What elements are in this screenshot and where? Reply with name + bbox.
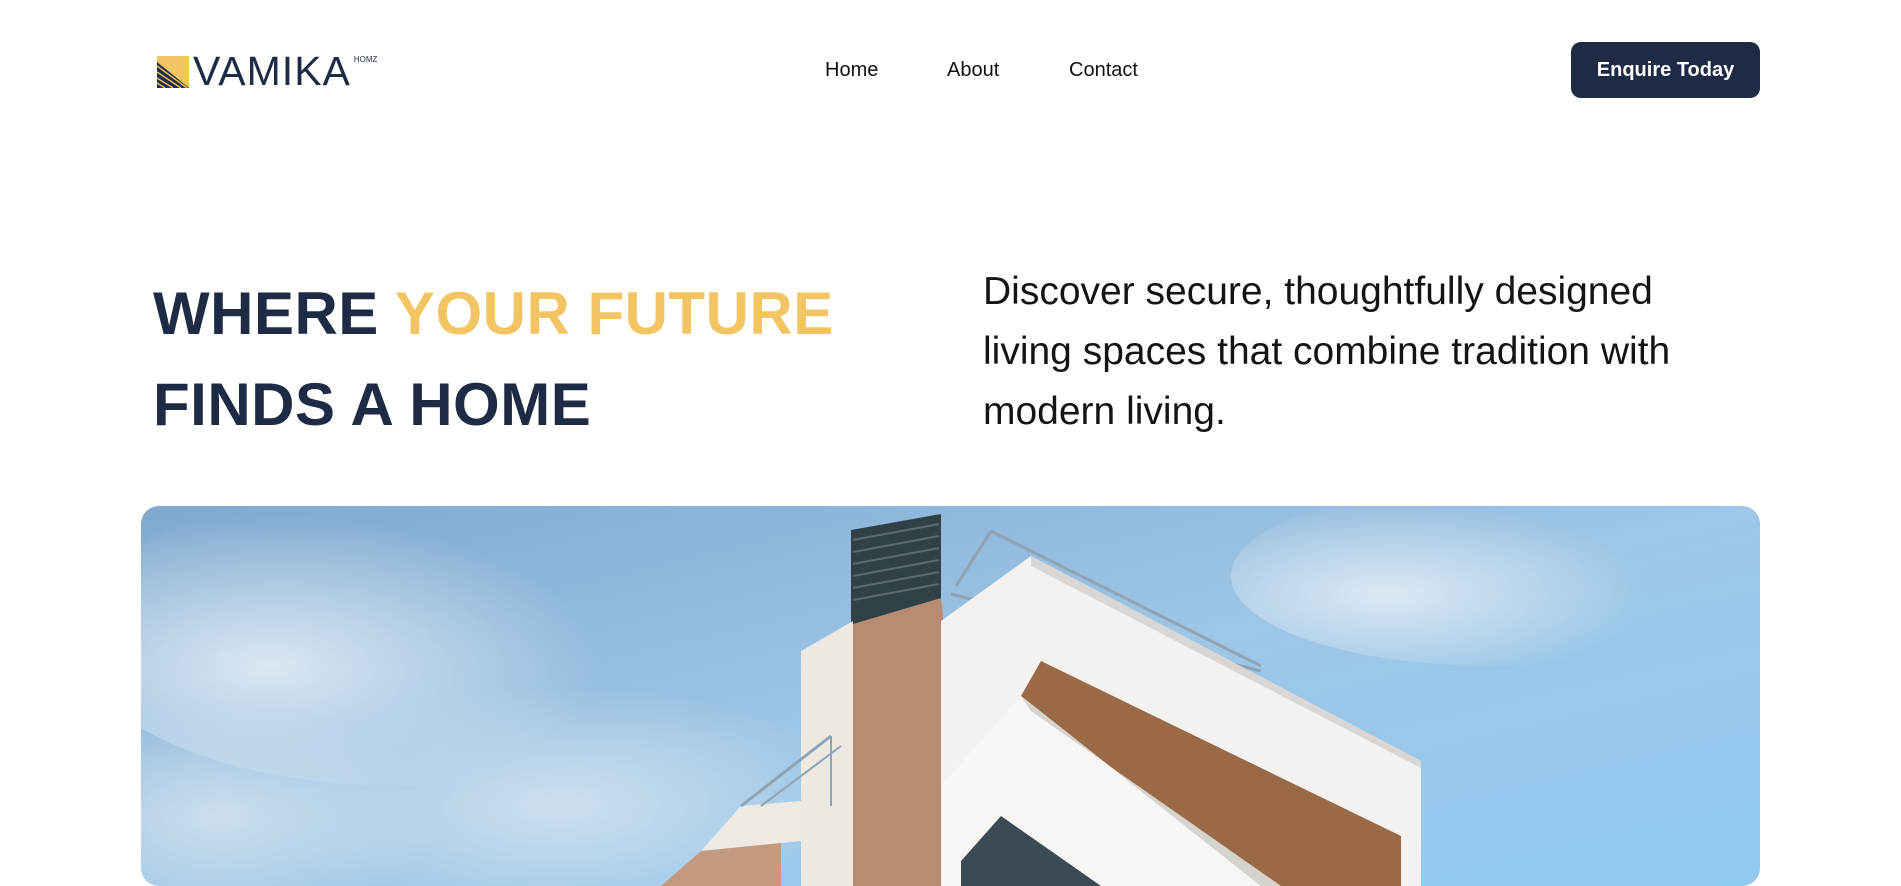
hero-title-part1: WHERE bbox=[153, 280, 395, 347]
hero-title: WHERE YOUR FUTURE FINDS A HOME bbox=[153, 268, 873, 450]
site-header: VAMIKA HOMZ Home About Contact Enquire T… bbox=[0, 0, 1901, 142]
hero-image bbox=[141, 506, 1760, 886]
hero-title-accent: YOUR FUTURE bbox=[394, 280, 834, 347]
enquire-today-button[interactable]: Enquire Today bbox=[1571, 42, 1760, 98]
house-illustration bbox=[141, 506, 1760, 886]
nav-link-contact[interactable]: Contact bbox=[1069, 58, 1138, 82]
nav-link-home[interactable]: Home bbox=[825, 58, 878, 82]
nav-link-about[interactable]: About bbox=[947, 58, 999, 82]
hero-title-part2: FINDS A HOME bbox=[153, 371, 592, 438]
hero-description: Discover secure, thoughtfully designed l… bbox=[983, 270, 1671, 433]
